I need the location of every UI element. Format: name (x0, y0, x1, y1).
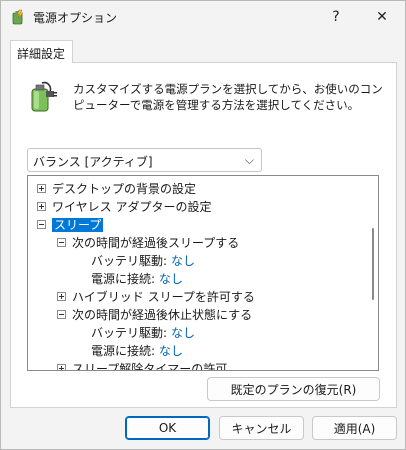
tree-item-sleep-battery[interactable]: バッテリ駆動: なし (91, 252, 195, 270)
collapse-minus-icon[interactable] (57, 310, 66, 319)
setting-value[interactable]: なし (171, 326, 195, 340)
tree-item-desktop-background[interactable]: デスクトップの背景の設定 (37, 180, 196, 198)
tree-item-sleep-plugged[interactable]: 電源に接続: なし (91, 270, 183, 288)
tree-item-wake-timers[interactable]: スリープ解除タイマーの許可 (57, 360, 227, 370)
collapse-minus-icon[interactable] (37, 220, 46, 229)
collapse-minus-icon[interactable] (57, 238, 66, 247)
power-options-app-icon (12, 9, 24, 25)
help-button[interactable]: ? (313, 1, 359, 33)
battery-plug-icon (31, 81, 57, 112)
power-plan-select[interactable]: バランス [アクティブ] ⌵ (27, 148, 262, 172)
tree-item-hybrid-sleep[interactable]: ハイブリッド スリープを許可する (57, 288, 255, 306)
tree-item-hibernate-after[interactable]: 次の時間が経過後休止状態にする (57, 306, 252, 324)
tab-advanced-settings[interactable]: 詳細設定 (10, 40, 73, 63)
setting-value[interactable]: なし (159, 272, 183, 286)
title-bar: 電源オプション ? ✕ (1, 1, 405, 33)
expand-plus-icon[interactable] (57, 292, 66, 301)
tree-item-wireless-adapter[interactable]: ワイヤレス アダプターの設定 (37, 198, 211, 216)
setting-value[interactable]: なし (171, 254, 195, 268)
tree-item-hibernate-plugged[interactable]: 電源に接続: なし (91, 342, 183, 360)
tree-item-sleep[interactable]: スリープ (37, 216, 104, 234)
apply-button[interactable]: 適用(A) (312, 416, 397, 440)
tree-item-hibernate-battery[interactable]: バッテリ駆動: なし (91, 324, 195, 342)
settings-tree[interactable]: デスクトップの背景の設定 ワイヤレス アダプターの設定 スリープ 次の時間が経過… (27, 175, 379, 371)
expand-plus-icon[interactable] (37, 202, 46, 211)
expand-plus-icon[interactable] (57, 364, 66, 370)
ok-button[interactable]: OK (125, 416, 210, 440)
cancel-button[interactable]: キャンセル (219, 416, 304, 440)
tree-item-sleep-after[interactable]: 次の時間が経過後スリープする (57, 234, 239, 252)
power-options-dialog: 電源オプション ? ✕ 詳細設定 カスタマイズする電源プランを選択してから、お使… (0, 0, 406, 450)
setting-value[interactable]: なし (159, 344, 183, 358)
chevron-down-icon: ⌵ (244, 153, 254, 167)
close-button[interactable]: ✕ (359, 1, 405, 33)
power-plan-value: バランス [アクティブ] (33, 155, 153, 169)
description-text: カスタマイズする電源プランを選択してから、お使いのコンピューターで電源を管理する… (73, 82, 383, 112)
window-title: 電源オプション (33, 11, 118, 25)
tree-scrollbar[interactable] (372, 228, 374, 300)
restore-defaults-button[interactable]: 既定のプランの復元(R) (207, 377, 380, 401)
expand-plus-icon[interactable] (37, 184, 46, 193)
